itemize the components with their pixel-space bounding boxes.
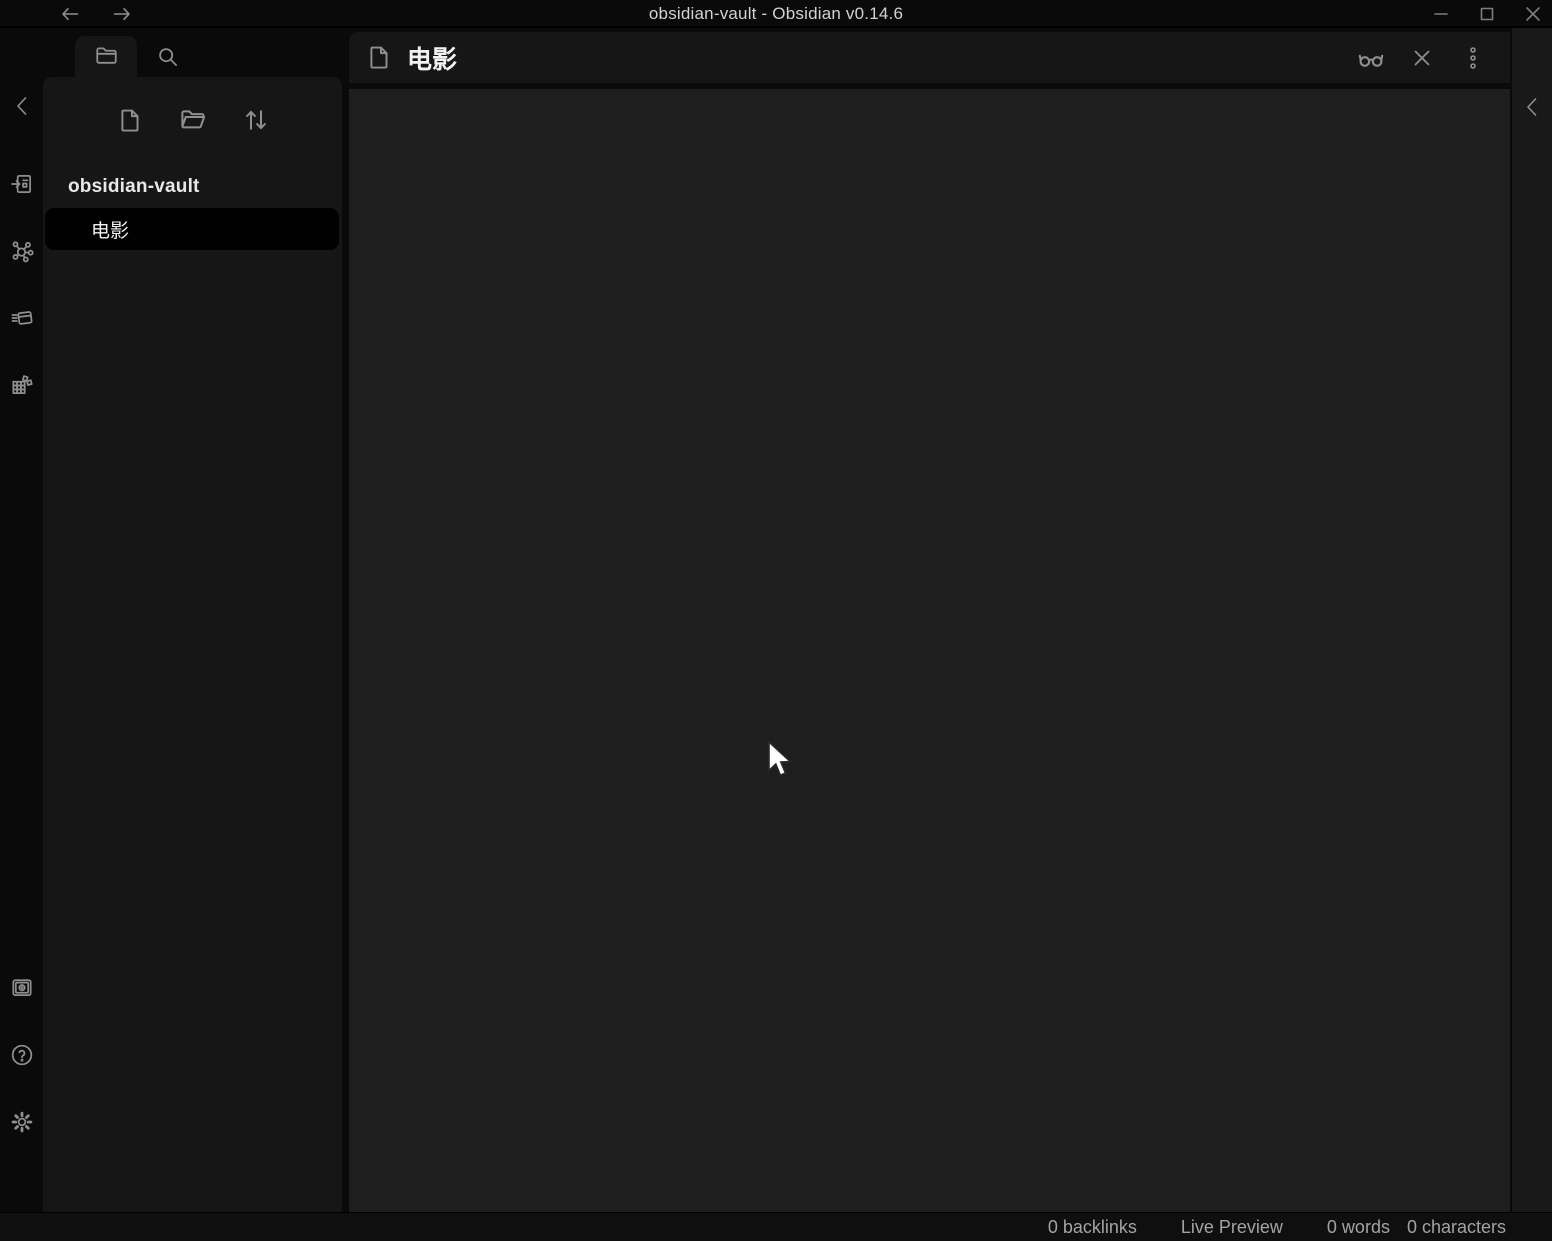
vault-name[interactable]: obsidian-vault bbox=[68, 176, 200, 198]
close-icon bbox=[1409, 45, 1435, 71]
ribbon-top-group bbox=[4, 166, 40, 403]
new-note-button[interactable] bbox=[112, 102, 148, 138]
random-note-button[interactable] bbox=[4, 367, 40, 403]
status-character-count: 0 characters bbox=[1407, 1217, 1506, 1238]
file-item-selected[interactable]: 电影 bbox=[45, 208, 339, 250]
graph-view-button[interactable] bbox=[4, 233, 40, 269]
maximize-icon bbox=[1478, 5, 1496, 23]
sort-order-icon bbox=[241, 105, 271, 135]
note-editor-area[interactable] bbox=[349, 89, 1510, 1212]
status-word-count: 0 words bbox=[1327, 1217, 1390, 1238]
close-icon bbox=[1523, 4, 1543, 24]
quick-switcher-button[interactable] bbox=[4, 166, 40, 202]
settings-gear-icon bbox=[9, 1109, 35, 1135]
left-sidebar: obsidian-vault 电影 bbox=[43, 28, 345, 1212]
new-note-icon bbox=[116, 106, 145, 135]
close-window-button[interactable] bbox=[1522, 3, 1544, 25]
collapse-left-sidebar-icon bbox=[11, 93, 33, 119]
file-item-label: 电影 bbox=[91, 216, 129, 243]
note-header-actions bbox=[1356, 43, 1488, 73]
more-options-button[interactable] bbox=[1458, 43, 1488, 73]
help-button[interactable] bbox=[4, 1037, 40, 1073]
settings-button[interactable] bbox=[4, 1104, 40, 1140]
tab-search[interactable] bbox=[137, 36, 199, 77]
expand-right-sidebar-icon bbox=[1521, 94, 1543, 120]
reading-mode-button[interactable] bbox=[1356, 43, 1386, 73]
note-title: 电影 bbox=[407, 40, 457, 76]
note-tab-header: 电影 bbox=[349, 32, 1510, 83]
status-backlinks: 0 backlinks bbox=[1048, 1217, 1137, 1238]
more-options-icon bbox=[1462, 45, 1484, 71]
zettelkasten-note-icon bbox=[9, 305, 35, 331]
sort-order-button[interactable] bbox=[238, 102, 274, 138]
left-ribbon bbox=[0, 28, 43, 1212]
right-sidebar-collapsed bbox=[1512, 28, 1552, 1212]
search-icon bbox=[155, 44, 181, 70]
sidebar-tab-bar bbox=[43, 28, 345, 77]
tab-file-explorer[interactable] bbox=[75, 36, 137, 77]
maximize-button[interactable] bbox=[1476, 3, 1498, 25]
status-bar: 0 backlinks Live Preview 0 words 0 chara… bbox=[0, 1212, 1552, 1241]
minimize-icon bbox=[1432, 5, 1450, 23]
random-note-icon bbox=[9, 372, 35, 398]
window-title: obsidian-vault - Obsidian v0.14.6 bbox=[0, 0, 1552, 28]
main-pane: 电影 bbox=[349, 32, 1510, 1212]
file-explorer-actions bbox=[112, 102, 274, 138]
reading-mode-glasses-icon bbox=[1355, 42, 1387, 74]
ribbon-bottom-group bbox=[4, 970, 40, 1140]
minimize-button[interactable] bbox=[1430, 3, 1452, 25]
zettelkasten-note-button[interactable] bbox=[4, 300, 40, 336]
vault-switcher-button[interactable] bbox=[4, 970, 40, 1006]
vault-switcher-icon bbox=[9, 975, 35, 1001]
new-folder-button[interactable] bbox=[175, 102, 211, 138]
folder-icon bbox=[93, 43, 120, 70]
close-note-button[interactable] bbox=[1407, 43, 1437, 73]
window-controls bbox=[1430, 0, 1544, 28]
file-explorer-panel: obsidian-vault 电影 bbox=[43, 77, 342, 1212]
document-icon bbox=[365, 43, 394, 72]
graph-view-icon bbox=[9, 238, 35, 264]
new-folder-icon bbox=[178, 105, 208, 135]
status-editor-mode: Live Preview bbox=[1181, 1217, 1283, 1238]
expand-right-sidebar-button[interactable] bbox=[1514, 89, 1550, 125]
collapse-left-sidebar-button[interactable] bbox=[4, 88, 40, 124]
quick-switcher-icon bbox=[9, 171, 35, 197]
help-icon bbox=[9, 1042, 35, 1068]
title-bar: obsidian-vault - Obsidian v0.14.6 bbox=[0, 0, 1552, 28]
